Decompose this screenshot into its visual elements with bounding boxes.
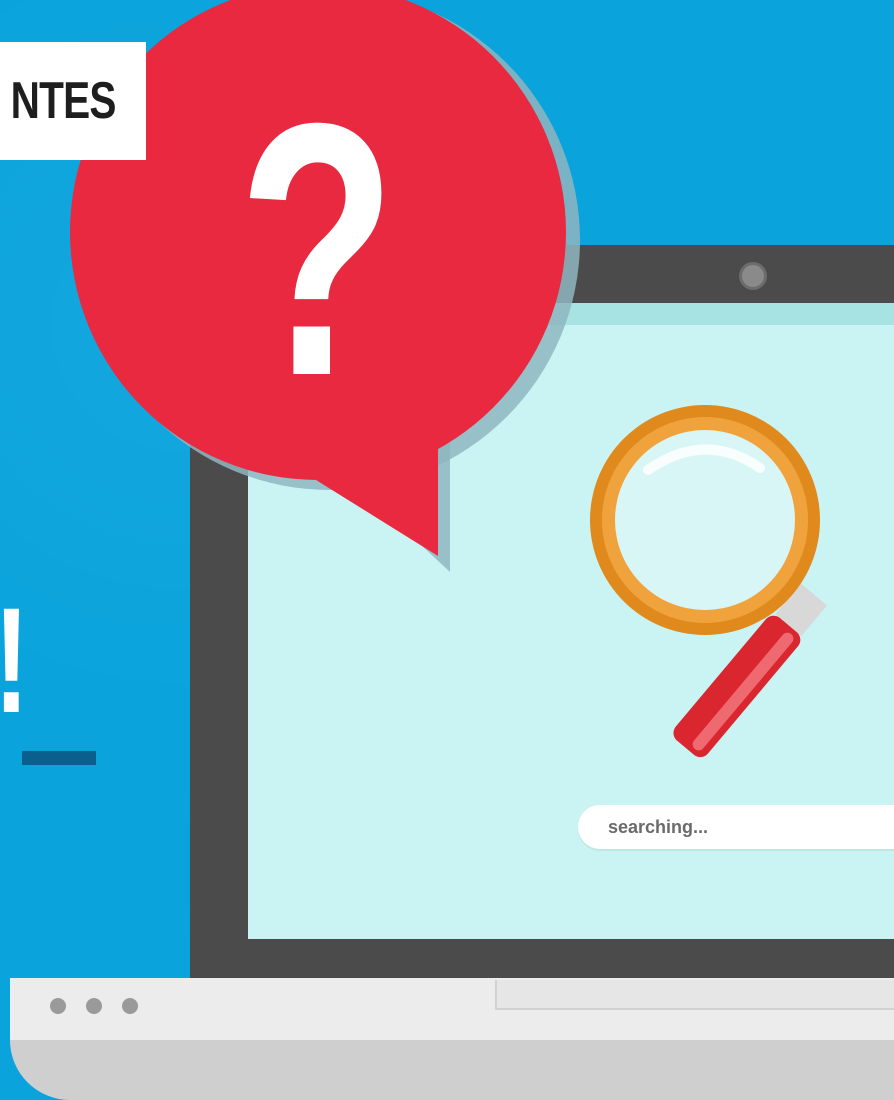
magnifier-icon — [590, 405, 828, 758]
headline-fragment: ! — [0, 585, 29, 735]
title-label-text: NTES — [10, 72, 117, 130]
title-label: NTES — [0, 42, 146, 160]
underline-bar — [22, 751, 96, 765]
question-mark: ? — [238, 49, 397, 451]
